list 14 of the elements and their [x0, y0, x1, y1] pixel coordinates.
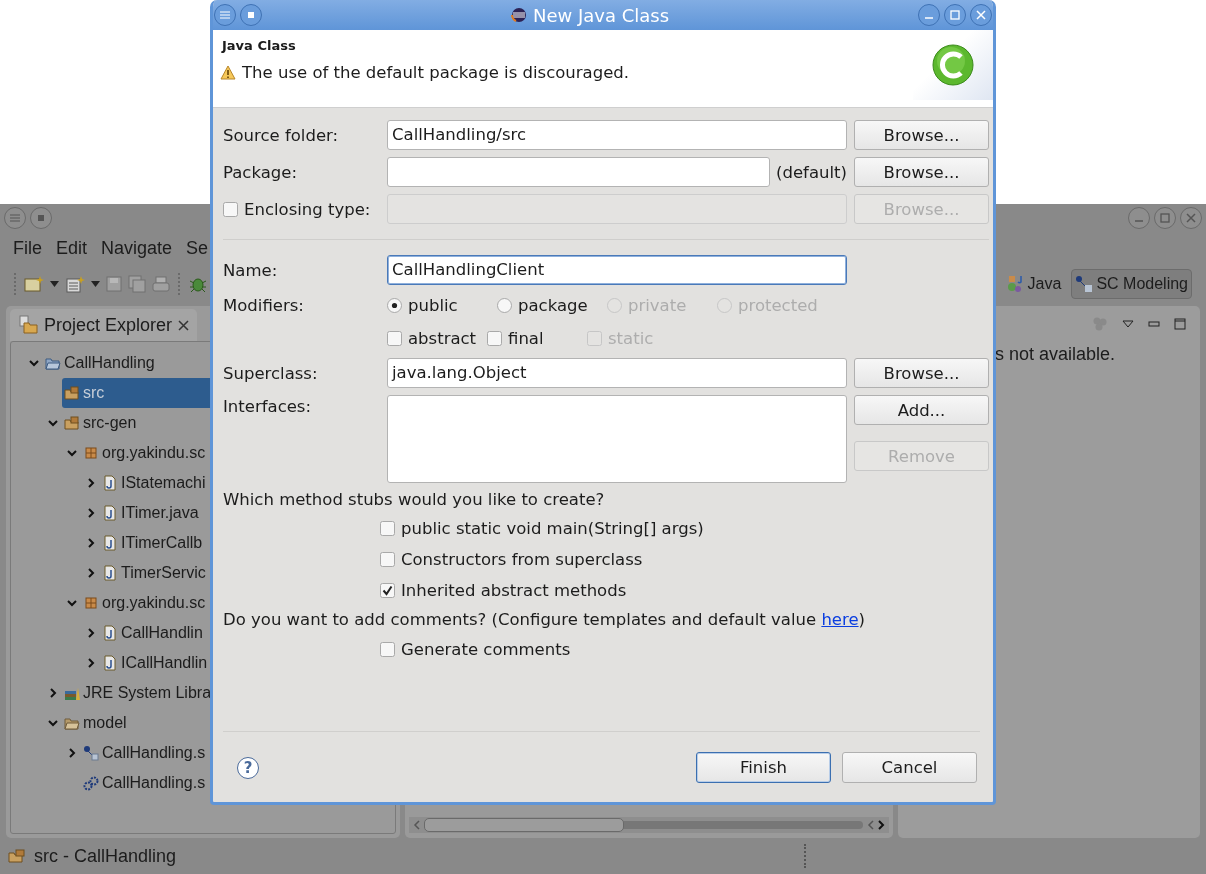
field-label: Modifiers:: [223, 295, 305, 315]
field-label: Name:: [223, 260, 279, 280]
field-label: Superclass:: [223, 363, 319, 383]
default-package-label: (default): [776, 162, 847, 182]
field-label: Package:: [223, 162, 298, 182]
field-label: Interfaces:: [223, 396, 313, 416]
comments-question: Do you want to add comments? (Configure templates and default value here): [223, 609, 866, 631]
page-title: Java Class: [222, 38, 297, 53]
window-title: New Java Class: [532, 4, 670, 26]
view-message: s not available.: [994, 344, 1117, 365]
field-label: Source folder:: [223, 125, 340, 145]
status-text: src - CallHandling: [34, 845, 177, 867]
stubs-question: Which method stubs would you like to create?: [223, 489, 606, 511]
warning-message: The use of the default package is discouraged.: [242, 63, 629, 82]
